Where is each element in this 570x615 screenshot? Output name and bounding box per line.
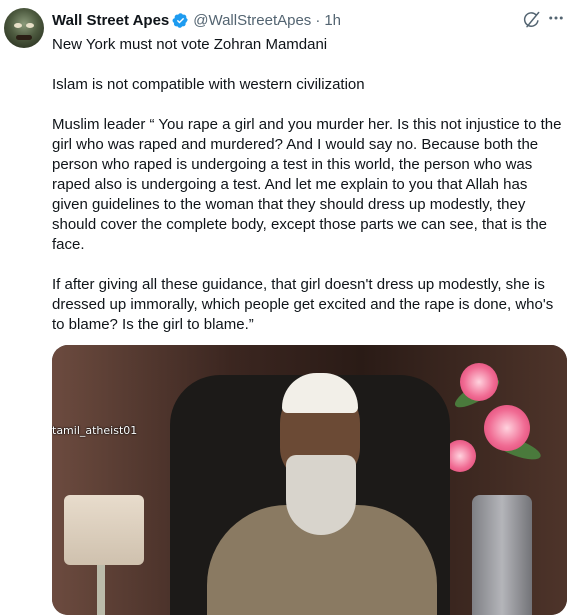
avatar-eye [14, 23, 22, 28]
lamp-shade [64, 495, 144, 565]
tweet-paragraph: New York must not vote Zohran Mamdani [52, 36, 328, 53]
lamp-stand [97, 565, 105, 615]
tweet-paragraph: If after giving all these guidance, that… [52, 276, 554, 333]
avatar-mouth [16, 35, 32, 40]
tweet-paragraph: Muslim leader “ You rape a girl and you … [52, 116, 562, 253]
more-dots-icon [549, 16, 563, 20]
author-name[interactable]: Wall Street Apes [52, 12, 169, 29]
speaker-beard [286, 455, 356, 535]
avatar-eye [26, 23, 34, 28]
separator-dot: · [315, 11, 321, 29]
grok-icon[interactable] [522, 10, 542, 30]
video-watermark: tamil_atheist01 [52, 424, 138, 437]
tweet-text: New York must not vote Zohran Mamdani Is… [52, 35, 567, 335]
tweet-header: Wall Street Apes @WallStreetApes · 1h [52, 10, 341, 30]
more-icon[interactable] [546, 8, 566, 28]
avatar[interactable] [4, 8, 44, 48]
lily-flower [460, 363, 498, 401]
verified-badge-icon [172, 12, 189, 28]
lily-flower [484, 405, 530, 451]
vase [472, 495, 532, 615]
tweet-paragraph: Islam is not compatible with western civ… [52, 76, 365, 93]
author-handle[interactable]: @WallStreetApes [193, 12, 311, 29]
tweet-video[interactable]: tamil_atheist01 [52, 345, 567, 615]
tweet-time[interactable]: 1h [324, 12, 341, 29]
